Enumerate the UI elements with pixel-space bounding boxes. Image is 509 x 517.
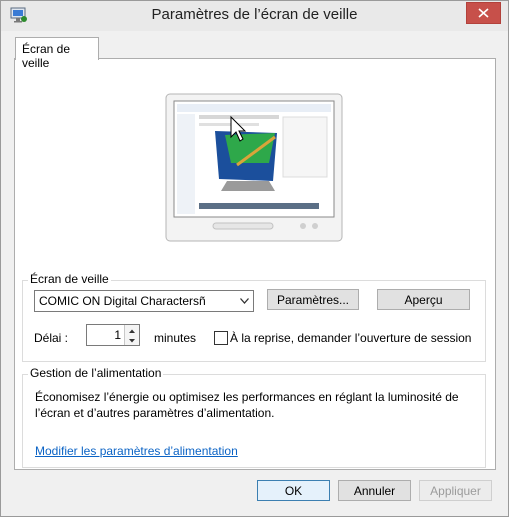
delay-value: 1 — [114, 328, 121, 342]
close-button[interactable] — [466, 2, 501, 24]
window-title: Paramètres de l’écran de veille — [151, 6, 358, 23]
screensaver-select-value: COMIC ON Digital Charactersñ — [39, 294, 206, 308]
resume-checkbox-label[interactable]: À la reprise, demander l’ouverture de se… — [230, 331, 471, 345]
resume-checkbox[interactable] — [214, 331, 228, 345]
tab-screensaver[interactable]: Écran de veille — [15, 37, 99, 70]
ok-button[interactable]: OK — [257, 480, 330, 501]
stepper-arrows — [124, 325, 139, 345]
tab-label: Écran de veille — [22, 42, 71, 70]
minutes-label: minutes — [154, 331, 197, 345]
title-bar: Paramètres de l’écran de veille — [1, 1, 508, 31]
power-group-label: Gestion de l’alimentation — [28, 366, 164, 380]
tab-panel: Écran de veille COMIC ON Digital Charact… — [14, 58, 496, 470]
screensaver-settings-window: Paramètres de l’écran de veille Écran de… — [0, 0, 509, 517]
screensaver-preview-monitor — [165, 93, 343, 242]
screensaver-select[interactable]: COMIC ON Digital Charactersñ — [34, 290, 254, 312]
apply-button[interactable]: Appliquer — [419, 480, 492, 501]
delay-stepper[interactable]: 1 — [86, 324, 140, 346]
settings-button[interactable]: Paramètres... — [267, 289, 359, 310]
power-settings-link[interactable]: Modifier les paramètres d’alimentation — [35, 444, 238, 458]
preview-button[interactable]: Aperçu — [377, 289, 470, 310]
stepper-down-button[interactable] — [125, 335, 139, 345]
chevron-down-icon — [240, 298, 249, 304]
cancel-button[interactable]: Annuler — [338, 480, 411, 501]
chevron-down-icon — [129, 339, 135, 343]
screensaver-group-label: Écran de veille — [28, 272, 111, 286]
close-icon — [478, 8, 489, 18]
power-description: Économisez l’énergie ou optimisez les pe… — [35, 390, 459, 420]
delay-label: Délai : — [34, 331, 69, 345]
